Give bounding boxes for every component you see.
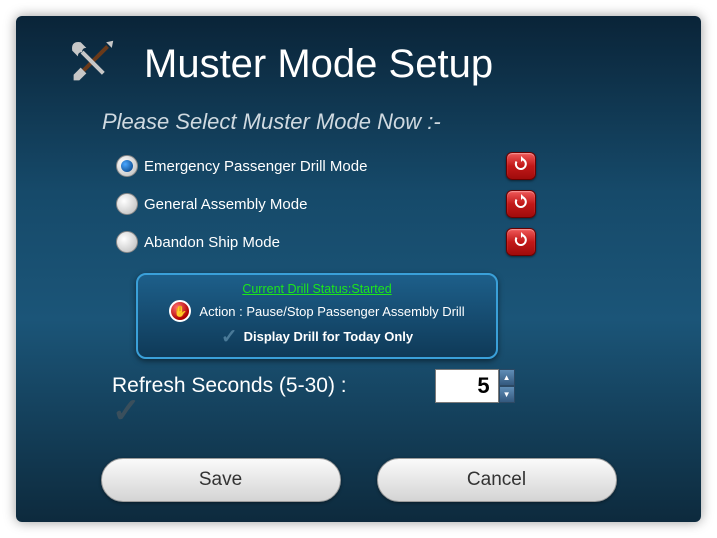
refresh-icon: [513, 194, 529, 215]
spinner-down-button[interactable]: ▼: [499, 386, 515, 403]
option-abandon-ship: Abandon Ship Mode: [116, 225, 536, 259]
radio-label: Emergency Passenger Drill Mode: [144, 158, 367, 175]
save-button[interactable]: Save: [101, 458, 341, 502]
spinner-up-button[interactable]: ▲: [499, 369, 515, 386]
reset-button-general[interactable]: [506, 190, 536, 218]
dialog-subtitle: Please Select Muster Mode Now :-: [102, 109, 701, 135]
dialog-title: Muster Mode Setup: [144, 42, 493, 87]
refresh-seconds-input[interactable]: [435, 369, 499, 403]
action-text: Action : Pause/Stop Passenger Assembly D…: [199, 304, 464, 319]
radio-label: Abandon Ship Mode: [144, 234, 280, 251]
display-drill-toggle[interactable]: Display Drill for Today Only: [244, 329, 414, 344]
dialog-header: Muster Mode Setup: [16, 16, 701, 95]
reset-button-abandon[interactable]: [506, 228, 536, 256]
dialog-footer: Save Cancel: [16, 458, 701, 502]
refresh-icon: [513, 156, 529, 177]
tools-icon: [64, 34, 120, 95]
radio-emergency-drill[interactable]: [116, 155, 138, 177]
muster-mode-setup-dialog: Muster Mode Setup Please Select Muster M…: [16, 16, 701, 522]
refresh-label: Refresh Seconds (5-30) :: [112, 374, 347, 398]
check-icon: ✓: [221, 324, 238, 349]
radio-abandon-ship[interactable]: [116, 231, 138, 253]
drill-status-link[interactable]: Current Drill Status:Started: [242, 282, 391, 296]
stop-icon: ✋: [169, 300, 191, 322]
option-emergency-drill: Emergency Passenger Drill Mode: [116, 149, 536, 183]
refresh-seconds-spinner: ▲ ▼: [435, 369, 515, 403]
refresh-row: ✓ Refresh Seconds (5-30) : ▲ ▼: [112, 369, 701, 403]
mode-options: Emergency Passenger Drill Mode General A…: [116, 149, 536, 259]
radio-general-assembly[interactable]: [116, 193, 138, 215]
option-general-assembly: General Assembly Mode: [116, 187, 536, 221]
reset-button-emergency[interactable]: [506, 152, 536, 180]
refresh-icon: [513, 232, 529, 253]
radio-label: General Assembly Mode: [144, 196, 307, 213]
cancel-button[interactable]: Cancel: [377, 458, 617, 502]
check-icon: ✓: [112, 391, 141, 431]
drill-status-panel: Current Drill Status:Started ✋ Action : …: [136, 273, 498, 359]
